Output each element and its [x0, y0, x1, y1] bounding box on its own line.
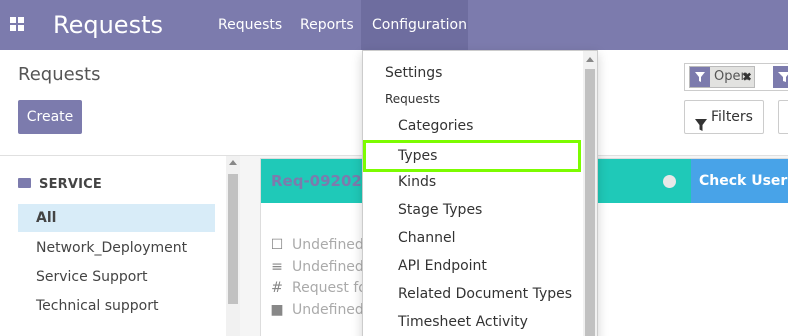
- facet-remove-icon[interactable]: ✖: [742, 67, 752, 87]
- scrollbar-thumb[interactable]: [228, 174, 238, 304]
- page-title: Requests: [18, 64, 101, 85]
- card-field-row: ■ Undefined: [270, 302, 364, 318]
- menu-item-api-endpoint[interactable]: API Endpoint: [363, 252, 585, 280]
- search-panel-item-all[interactable]: All: [18, 204, 215, 232]
- hash-icon: #: [271, 280, 283, 296]
- next-button[interactable]: [778, 100, 788, 134]
- nav-reports[interactable]: Reports: [300, 0, 354, 50]
- menu-item-timesheet-activity[interactable]: Timesheet Activity: [363, 308, 585, 336]
- nav-requests[interactable]: Requests: [218, 0, 282, 50]
- search-panel-item-technical-support[interactable]: Technical support: [18, 292, 215, 320]
- scroll-up-icon[interactable]: [586, 57, 594, 62]
- menu-item-stage-types[interactable]: Stage Types: [363, 196, 585, 224]
- search-panel: SERVICE All Network_Deployment Service S…: [0, 156, 226, 336]
- card-title[interactable]: Req-092022: [271, 172, 372, 190]
- check-user-button[interactable]: Check User: [691, 159, 788, 203]
- menu-item-kinds[interactable]: Kinds: [363, 168, 585, 196]
- menu-item-categories[interactable]: Categories: [363, 112, 585, 140]
- filter-icon: [690, 67, 710, 87]
- square-icon: ■: [270, 302, 284, 318]
- filter-icon: [695, 111, 707, 143]
- dropdown-scrollbar[interactable]: [583, 51, 597, 336]
- filter-icon: [773, 66, 788, 88]
- scrollbar-thumb[interactable]: [585, 69, 595, 336]
- search-panel-item-network-deployment[interactable]: Network_Deployment: [18, 234, 215, 262]
- scroll-up-icon[interactable]: [229, 160, 237, 165]
- folder-icon: [18, 178, 31, 188]
- card-field-row: # Request fo: [271, 280, 367, 296]
- facet-open[interactable]: Open ✖: [689, 66, 755, 88]
- configuration-dropdown: Settings Requests Categories Types Kinds…: [362, 50, 598, 336]
- create-button[interactable]: Create: [18, 100, 82, 134]
- apps-grid-icon[interactable]: [10, 17, 24, 31]
- search-panel-scrollbar[interactable]: [226, 156, 240, 336]
- filters-button[interactable]: Filters: [684, 100, 764, 134]
- top-navbar: Requests Requests Reports Configuration: [0, 0, 788, 50]
- card-field-row: ≡ Undefined: [271, 259, 364, 275]
- nav-configuration[interactable]: Configuration: [361, 0, 468, 50]
- menu-item-related-document-types[interactable]: Related Document Types: [363, 280, 585, 308]
- checkbox-icon: ☐: [270, 237, 284, 253]
- status-dot-icon[interactable]: [663, 175, 676, 188]
- menu-item-settings[interactable]: Settings: [363, 59, 585, 87]
- filters-label: Filters: [711, 109, 753, 125]
- app-title: Requests: [53, 11, 163, 39]
- menu-section-requests: Requests: [385, 92, 440, 106]
- list-icon: ≡: [271, 259, 283, 275]
- search-panel-header: SERVICE: [18, 177, 102, 192]
- search-panel-item-service-support[interactable]: Service Support: [18, 263, 215, 291]
- card-field-row: ☐ Undefined: [270, 237, 364, 253]
- menu-item-channel[interactable]: Channel: [363, 224, 585, 252]
- search-facets[interactable]: Open ✖: [684, 63, 788, 91]
